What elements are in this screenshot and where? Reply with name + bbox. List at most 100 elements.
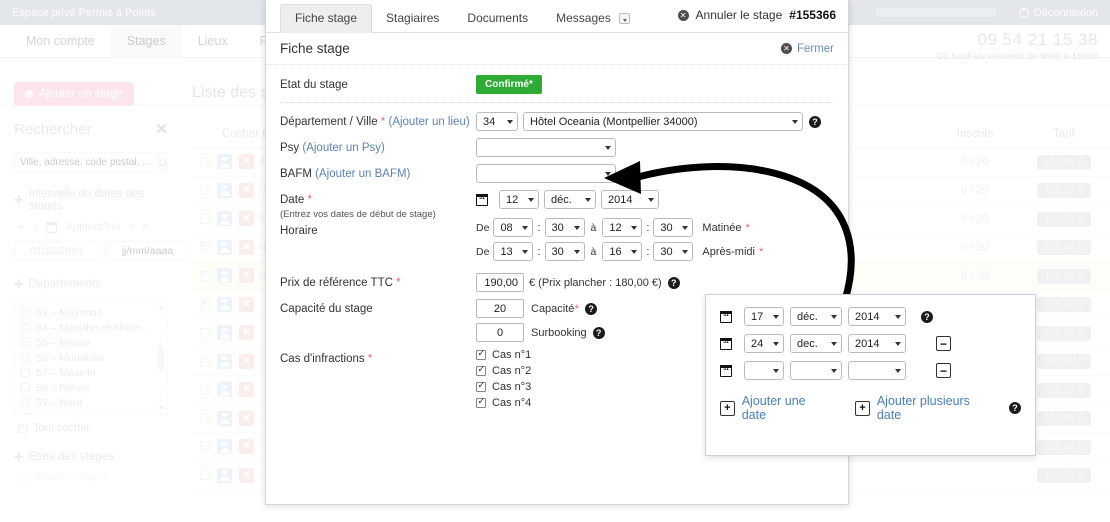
chevron-down-icon [631, 225, 638, 230]
morning-to-hour-select[interactable]: 12 [602, 218, 643, 237]
required-marker: * [367, 353, 373, 365]
help-icon[interactable]: ? [585, 302, 598, 315]
value: 30 [551, 245, 564, 258]
infraction-option[interactable]: Cas n°4 [476, 396, 532, 409]
date-year-value: 2014 [608, 193, 633, 206]
chevron-down-icon [773, 368, 779, 373]
price-input[interactable] [476, 273, 524, 292]
popup-month-select-1[interactable]: déc. [790, 307, 842, 326]
afternoon-from-hour-select[interactable]: 13 [493, 242, 534, 261]
afternoon-from-minute-select[interactable]: 30 [544, 242, 585, 261]
popup-month-select-2[interactable]: dec. [790, 334, 842, 353]
remove-date-button-3[interactable]: − [936, 363, 951, 378]
value: 08 [500, 221, 513, 234]
value: 24 [751, 337, 764, 350]
calendar-icon[interactable]: 31 [720, 364, 732, 377]
calendar-icon[interactable]: 31 [720, 337, 732, 350]
date-picker-popup: 31 17 déc. 2014 ? 31 24 dec. 2014 − 31 −… [705, 294, 1036, 456]
tab-stagiaires[interactable]: Stagiaires [372, 5, 453, 32]
help-icon[interactable]: ? [809, 115, 821, 128]
required-marker: * [396, 277, 401, 289]
calendar-icon[interactable]: 31 [476, 193, 488, 206]
field-label-text: BAFM [280, 168, 312, 180]
checkbox[interactable] [476, 364, 486, 376]
popup-date-row: 31 − [720, 361, 1021, 380]
infraction-label: Cas n°4 [492, 397, 532, 409]
add-one-date-link[interactable]: Ajouter une date [742, 394, 832, 422]
chevron-down-icon [648, 197, 654, 202]
department-select[interactable]: 34 [476, 112, 518, 131]
popup-day-select-1[interactable]: 17 [744, 307, 784, 326]
popup-actions: + Ajouter une date + Ajouter plusieurs d… [720, 394, 1021, 422]
field-label: Capacité du stage [280, 303, 373, 315]
date-month-select[interactable]: déc. [544, 190, 596, 209]
popup-year-select-2[interactable]: 2014 [848, 334, 906, 353]
help-icon[interactable]: ? [1008, 402, 1021, 414]
help-icon[interactable]: ? [592, 326, 605, 339]
field-date: Date * (Entrez vos dates de début de sta… [280, 190, 834, 266]
psy-select[interactable] [476, 138, 616, 157]
help-icon[interactable]: ? [921, 310, 933, 323]
field-label-text: Cas d'infractions [280, 353, 365, 365]
field-label: Cas d'infractions * [280, 349, 476, 368]
popup-year-select-1[interactable]: 2014 [848, 307, 906, 326]
close-modal-button[interactable]: ✕ Fermer [780, 42, 834, 55]
checkbox[interactable] [476, 396, 486, 408]
close-icon: ✕ [780, 43, 792, 54]
morning-from-hour-select[interactable]: 08 [493, 218, 534, 237]
afternoon-to-hour-select[interactable]: 16 [602, 242, 643, 261]
place-select[interactable]: Hôtel Oceania (Montpellier 34000) [523, 112, 803, 131]
chevron-down-icon [792, 119, 798, 124]
morning-to-minute-select[interactable]: 30 [653, 218, 694, 237]
morning-from-minute-select[interactable]: 30 [544, 218, 585, 237]
field-label: Date * (Entrez vos dates de début de sta… [280, 190, 476, 240]
morning-label: Matinée [702, 221, 742, 234]
add-place-link[interactable]: (Ajouter un lieu) [388, 116, 469, 128]
add-many-dates-link[interactable]: Ajouter plusieurs date [877, 394, 995, 422]
checkbox[interactable] [476, 348, 486, 360]
remove-date-button-2[interactable]: − [936, 336, 951, 351]
status-badge[interactable]: Confirmé* [476, 75, 542, 94]
value: 2014 [855, 310, 880, 323]
value: 17 [751, 310, 764, 323]
chevron-down-icon [773, 341, 779, 346]
field-bafm: BAFM (Ajouter un BAFM) [280, 164, 834, 183]
checkbox[interactable] [476, 380, 486, 392]
capacity-input[interactable] [476, 299, 524, 318]
chevron-down-icon [631, 249, 638, 254]
tab-documents[interactable]: Documents [453, 5, 542, 32]
chevron-down-icon [895, 314, 901, 319]
chevron-down-icon [573, 249, 580, 254]
tab-messages[interactable]: Messages [542, 5, 644, 32]
chevron-down-icon [831, 314, 837, 319]
department-value: 34 [483, 115, 496, 128]
cancel-stage-link[interactable]: Annuler le stage [696, 8, 783, 22]
tab-fiche-stage[interactable]: Fiche stage [280, 4, 373, 33]
date-year-select[interactable]: 2014 [601, 190, 659, 209]
popup-day-select-2[interactable]: 24 [744, 334, 784, 353]
infraction-option[interactable]: Cas n°3 [476, 380, 531, 393]
popup-day-select-3[interactable] [744, 361, 784, 380]
infraction-option[interactable]: Cas n°2 [476, 364, 531, 377]
date-day-select[interactable]: 12 [499, 190, 539, 209]
field-prix: Prix de référence TTC * € (Prix plancher… [280, 273, 834, 292]
popup-month-select-3[interactable] [790, 361, 842, 380]
infraction-option[interactable]: Cas n°1 [476, 348, 531, 361]
calendar-icon[interactable]: 31 [720, 310, 732, 323]
chevron-down-icon[interactable] [619, 13, 631, 25]
value: 2014 [855, 337, 880, 350]
add-one-date-icon[interactable]: + [720, 400, 735, 416]
help-icon[interactable]: ? [667, 276, 680, 289]
close-modal-label: Fermer [796, 42, 834, 55]
add-bafm-link[interactable]: (Ajouter un BAFM) [315, 168, 410, 180]
popup-year-select-3[interactable] [848, 361, 906, 380]
popup-date-row: 31 17 déc. 2014 ? [720, 307, 1021, 326]
add-psy-link[interactable]: (Ajouter un Psy) [302, 142, 384, 154]
bafm-select[interactable] [476, 164, 616, 183]
field-label-horaire: Horaire [280, 225, 318, 238]
surbooking-input[interactable] [476, 323, 524, 342]
modal-title: Fiche stage [280, 41, 350, 56]
add-many-dates-icon[interactable]: + [855, 400, 870, 416]
chevron-down-icon [895, 341, 901, 346]
afternoon-to-minute-select[interactable]: 30 [653, 242, 694, 261]
